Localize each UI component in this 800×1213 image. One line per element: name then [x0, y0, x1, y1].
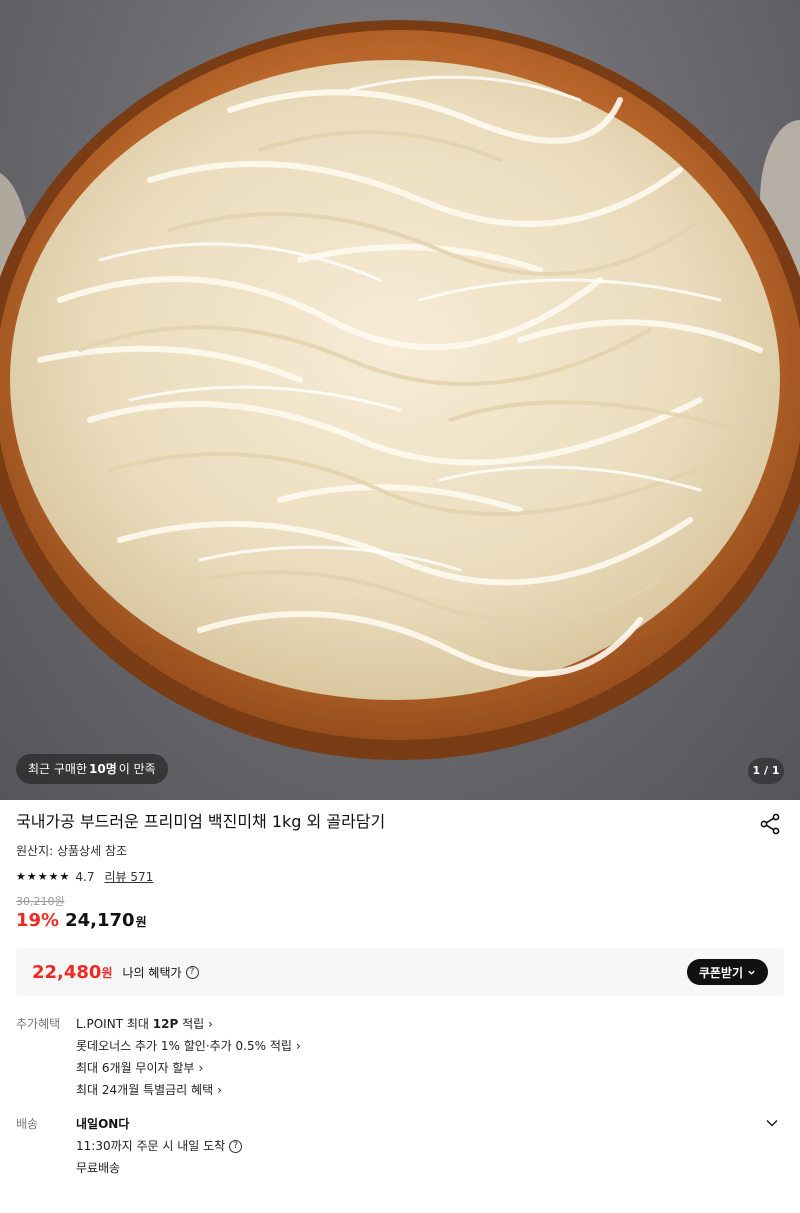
chevron-right-icon: › — [198, 1061, 204, 1075]
extra-benefits-label: 추가혜택 — [16, 1017, 61, 1031]
benefit-item-bold: 12P — [152, 1017, 179, 1031]
star-icon: ★ — [26, 870, 37, 883]
benefit-item-text: 롯데오너스 추가 1% 할인·추가 0.5% 적립 — [76, 1039, 292, 1053]
rating-stars: ★ ★ ★ ★ ★ — [16, 868, 69, 886]
help-icon[interactable]: ? — [229, 1139, 243, 1153]
star-icon: ★ — [37, 870, 48, 883]
extra-benefits-section: 추가혜택 L.POINT 최대 12P 적립 › 롯데오너스 추가 1% 할인·… — [16, 1013, 784, 1101]
benefit-item-lotte-owners[interactable]: 롯데오너스 추가 1% 할인·추가 0.5% 적립 › — [76, 1035, 784, 1057]
benefit-item-installment[interactable]: 최대 6개월 무이자 할부 › — [76, 1057, 784, 1079]
recent-badge-count: 10명 — [89, 762, 117, 776]
recent-badge-prefix: 최근 구매한 — [28, 762, 88, 776]
help-icon[interactable]: ? — [185, 965, 199, 979]
benefit-item-text: 최대 6개월 무이자 할부 — [76, 1061, 195, 1075]
benefit-item-text: 최대 24개월 특별금리 혜택 — [76, 1083, 214, 1097]
benefit-item-lpoint[interactable]: L.POINT 최대 12P 적립 › — [76, 1013, 784, 1035]
share-icon[interactable] — [758, 812, 782, 836]
image-page-indicator: 1 / 1 — [748, 758, 784, 784]
sale-price-unit: 원 — [135, 915, 147, 929]
product-info: 국내가공 부드러운 프리미엄 백진미채 1kg 외 골라담기 원산지: 상품상세… — [16, 808, 784, 931]
delivery-section: 배송 내일ON다 11:30까지 주문 시 내일 도착 ? 무료배송 — [16, 1113, 784, 1179]
chevron-right-icon: › — [208, 1017, 213, 1031]
chevron-right-icon: › — [295, 1039, 301, 1053]
benefit-item-special-rate[interactable]: 최대 24개월 특별금리 혜택 › — [76, 1079, 784, 1101]
delivery-label: 배송 — [16, 1117, 39, 1131]
benefit-price: 22,480 — [32, 961, 102, 983]
chevron-down-icon[interactable] — [764, 1115, 780, 1131]
delivery-cutoff: 11:30까지 주문 시 내일 도착 ? — [76, 1135, 784, 1157]
origin-info: 원산지: 상품상세 참조 — [16, 844, 128, 858]
coupon-button-label: 쿠폰받기 — [698, 965, 743, 980]
star-half-icon: ★ — [59, 870, 70, 883]
price-row: 19% 24,170 원 — [16, 910, 784, 931]
benefit-item-suffix: 적립 — [178, 1017, 205, 1031]
benefit-item-text: L.POINT 최대 — [76, 1017, 153, 1031]
dried-squid-bowl-illustration — [0, 20, 800, 760]
delivery-fee: 무료배송 — [76, 1161, 121, 1175]
sale-price: 24,170 — [65, 910, 135, 931]
benefit-label: 나의 혜택가 — [122, 965, 182, 980]
original-price: 30,210원 — [16, 895, 65, 908]
product-title: 국내가공 부드러운 프리미엄 백진미채 1kg 외 골라담기 — [16, 812, 386, 831]
star-icon: ★ — [16, 870, 26, 883]
delivery-type: 내일ON다 — [76, 1117, 130, 1131]
rating-value: 4.7 — [75, 870, 95, 884]
my-benefit-price-box: 22,480 원 나의 혜택가 ? 쿠폰받기 — [16, 948, 784, 996]
chevron-right-icon: › — [217, 1083, 222, 1097]
chevron-down-icon — [748, 970, 755, 975]
delivery-cutoff-text: 11:30까지 주문 시 내일 도착 — [76, 1139, 226, 1153]
review-link[interactable]: 리뷰 571 — [104, 868, 153, 886]
get-coupon-button[interactable]: 쿠폰받기 — [686, 959, 768, 985]
benefit-price-unit: 원 — [101, 965, 113, 980]
discount-rate: 19% — [16, 910, 60, 931]
product-image[interactable]: 최근 구매한 10명 이 만족 1 / 1 — [0, 0, 800, 800]
star-icon: ★ — [48, 870, 59, 883]
recent-badge-suffix: 이 만족 — [118, 762, 156, 776]
recent-purchase-badge: 최근 구매한 10명 이 만족 — [16, 754, 168, 784]
rating-row: ★ ★ ★ ★ ★ 4.7 리뷰 571 — [16, 868, 784, 886]
